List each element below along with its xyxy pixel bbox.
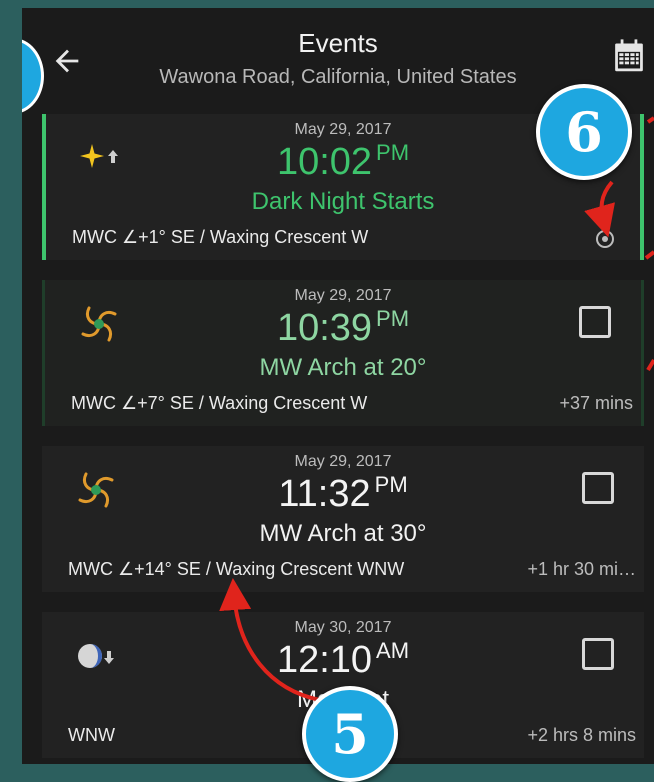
event-detail: MWC ∠+1° SE / Waxing Crescent W bbox=[72, 227, 369, 247]
event-offset: +2 hrs 8 mins bbox=[527, 725, 636, 745]
event-time: 12:10 AM bbox=[42, 638, 644, 682]
event-name: MW Arch at 20° bbox=[259, 354, 427, 381]
location-subtitle: Wawona Road, California, United States bbox=[159, 66, 517, 88]
event-card-mw-arch-30[interactable]: May 29, 2017 11:32 PM MW Arch at 30° MWC … bbox=[42, 446, 644, 592]
event-checkbox[interactable] bbox=[579, 306, 611, 338]
event-detail: WNW bbox=[68, 725, 115, 745]
event-date: May 29, 2017 bbox=[294, 287, 392, 304]
event-offset: +37 mins bbox=[559, 393, 633, 413]
event-time-value: 11:32 bbox=[278, 473, 371, 515]
event-date: May 30, 2017 bbox=[294, 619, 392, 636]
event-detail: MWC ∠+7° SE / Waxing Crescent W bbox=[71, 393, 368, 413]
page-title: Events bbox=[298, 28, 378, 58]
event-time-ampm: AM bbox=[376, 638, 410, 663]
event-offset: +1 hr 30 mi… bbox=[527, 559, 636, 579]
selected-indicator[interactable] bbox=[596, 230, 614, 248]
event-time-ampm: PM bbox=[376, 140, 410, 165]
event-checkbox[interactable] bbox=[582, 638, 614, 670]
event-card-mw-arch-20[interactable]: May 29, 2017 10:39 PM MW Arch at 20° MWC … bbox=[42, 280, 644, 426]
event-detail: MWC ∠+14° SE / Waxing Crescent WNW bbox=[68, 559, 405, 579]
event-time-value: 10:02 bbox=[276, 141, 373, 183]
event-name: Dark Night Starts bbox=[251, 188, 435, 215]
event-time-ampm: PM bbox=[376, 306, 410, 331]
event-time: 10:39 PM bbox=[45, 306, 641, 350]
event-checkbox[interactable] bbox=[582, 472, 614, 504]
event-time-value: 10:39 bbox=[276, 307, 373, 349]
event-time-value: 12:10 bbox=[276, 639, 373, 681]
annotation-badge-6: 6 bbox=[536, 84, 632, 180]
event-time: 11:32 PM bbox=[42, 472, 644, 516]
calendar-icon[interactable] bbox=[612, 38, 646, 74]
event-name: MW Arch at 30° bbox=[259, 520, 427, 547]
event-time-ampm: PM bbox=[374, 472, 408, 497]
event-date: May 29, 2017 bbox=[294, 453, 392, 470]
annotation-badge-5: 5 bbox=[302, 686, 398, 782]
